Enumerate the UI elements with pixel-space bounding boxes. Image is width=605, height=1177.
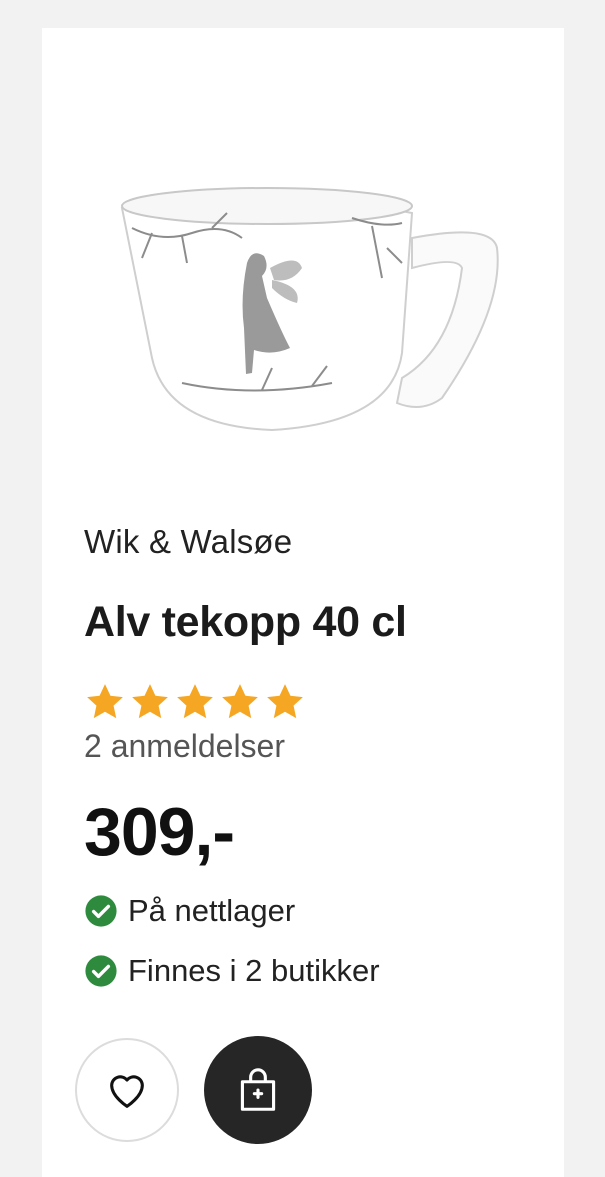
availability-label: På nettlager (128, 893, 296, 928)
check-circle-icon (85, 955, 117, 987)
availability-label: Finnes i 2 butikker (128, 953, 380, 988)
shopping-bag-icon (240, 1068, 276, 1111)
heart-icon (110, 1075, 144, 1108)
add-to-cart-button[interactable] (204, 1036, 312, 1144)
check-circle-icon (85, 895, 117, 927)
favorite-button[interactable] (75, 1038, 179, 1142)
availability-online: På nettlager (84, 893, 295, 929)
rating-stars[interactable] (84, 681, 306, 723)
product-image[interactable] (112, 168, 512, 468)
star-icon (222, 684, 258, 719)
star-icon (177, 684, 213, 719)
product-card: Wik & Walsøe Alv tekopp 40 cl 2 anmeldel… (42, 28, 564, 1177)
star-icon (87, 684, 123, 719)
review-count-link[interactable]: 2 anmeldelser (84, 728, 285, 765)
product-price: 309,- (84, 794, 235, 870)
star-icon (267, 684, 303, 719)
star-icon (132, 684, 168, 719)
brand-name[interactable]: Wik & Walsøe (84, 523, 292, 561)
product-title: Alv tekopp 40 cl (84, 598, 407, 646)
availability-stores[interactable]: Finnes i 2 butikker (84, 953, 380, 989)
